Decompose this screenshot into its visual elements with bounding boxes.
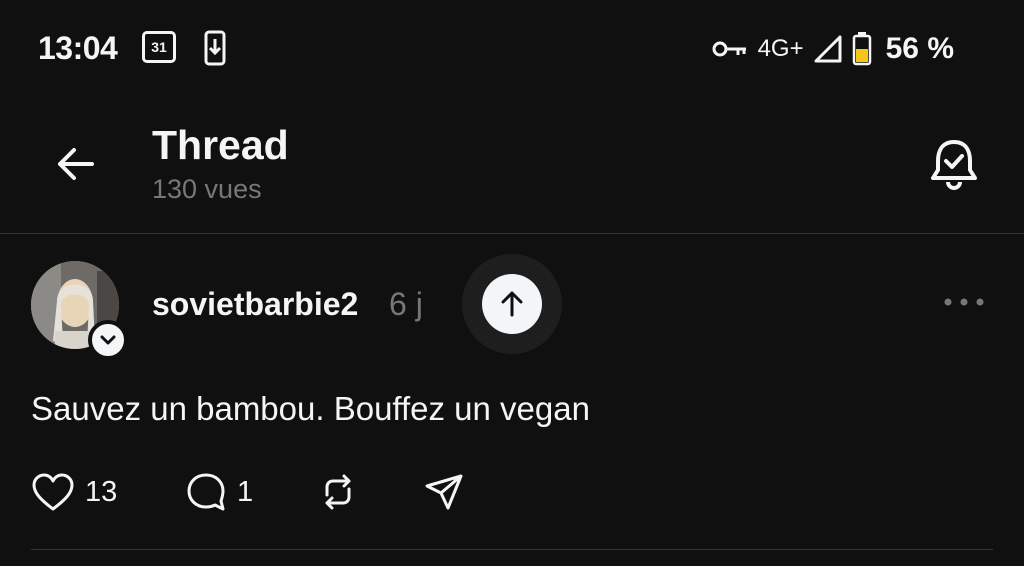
heart-icon: [32, 473, 74, 511]
signal-icon: [814, 35, 842, 63]
post-actions: 13 1: [31, 470, 531, 514]
notification-bell-icon[interactable]: [924, 134, 984, 194]
status-indicators: 4G+ 56 %: [712, 30, 954, 68]
follow-chevron-button[interactable]: [88, 320, 128, 360]
reply-count: 1: [237, 475, 254, 508]
view-count: 130 vues: [152, 174, 262, 204]
vpn-key-icon: [712, 41, 746, 57]
chevron-down-icon: [100, 335, 116, 345]
send-icon: [425, 474, 463, 510]
status-bar: 13:04 31 4G+ 56 %: [0, 0, 1024, 100]
post-username[interactable]: sovietbarbie2: [152, 286, 358, 323]
post-time: 6 j: [389, 286, 423, 322]
repost-icon: [325, 474, 351, 510]
like-button[interactable]: 13: [31, 470, 117, 514]
network-type: 4G+: [757, 35, 804, 62]
more-options-icon[interactable]: [940, 290, 988, 314]
battery-icon: [852, 32, 871, 66]
share-button[interactable]: [423, 470, 465, 514]
calendar-icon: 31: [142, 31, 176, 63]
battery-percentage: 56 %: [885, 32, 954, 65]
scroll-to-top-button[interactable]: [462, 254, 562, 354]
page-title: Thread: [152, 122, 289, 168]
like-count: 13: [85, 475, 118, 508]
post-text: Sauvez un bambou. Bouffez un vegan: [31, 390, 590, 427]
calendar-day: 31: [151, 39, 167, 55]
repost-button[interactable]: [317, 470, 359, 514]
post-divider: [31, 549, 993, 550]
status-time: 13:04: [38, 30, 118, 66]
thread-header: Thread 130 vues: [0, 100, 1024, 234]
download-icon: [204, 30, 226, 66]
post: sovietbarbie2 6 j Sauvez un bambou. Bouf…: [0, 234, 1024, 566]
reply-button[interactable]: 1: [185, 470, 253, 514]
comment-icon: [187, 473, 225, 511]
back-arrow-icon[interactable]: [52, 140, 100, 188]
arrow-up-icon: [501, 291, 523, 317]
